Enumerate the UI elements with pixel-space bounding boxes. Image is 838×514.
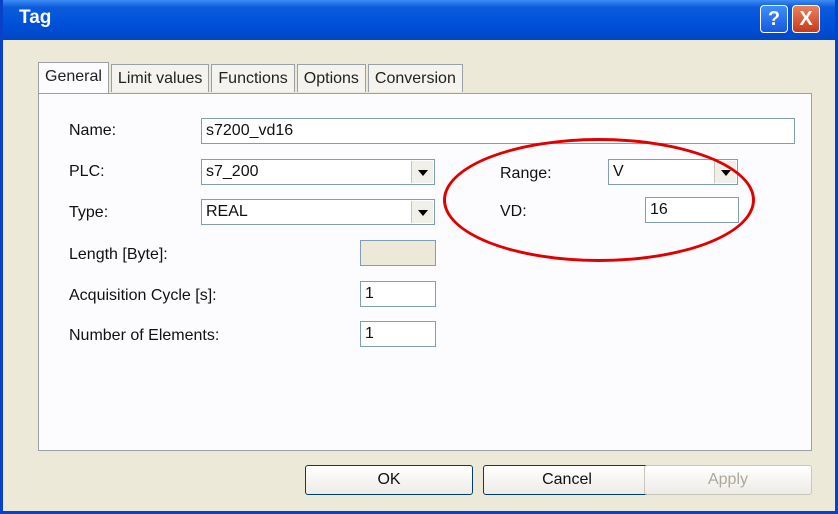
length-label: Length [Byte]: xyxy=(69,246,168,263)
type-label: Type: xyxy=(69,204,109,221)
plc-select[interactable]: s7_200 xyxy=(201,159,435,185)
name-label: Name: xyxy=(69,122,117,139)
cancel-button[interactable]: Cancel xyxy=(483,465,651,495)
number-of-elements-input[interactable]: 1 xyxy=(360,321,436,347)
tab-limit-values[interactable]: Limit values xyxy=(110,64,210,92)
plc-label: PLC: xyxy=(69,163,105,180)
tag-dialog: Tag ? X General Limit values Functions O… xyxy=(0,0,838,514)
tab-strip: General Limit values Functions Options C… xyxy=(38,62,465,94)
tab-options[interactable]: Options xyxy=(296,64,366,92)
chevron-down-icon[interactable] xyxy=(411,161,433,183)
close-button[interactable]: X xyxy=(792,5,820,33)
name-input[interactable]: s7200_vd16 xyxy=(201,118,795,144)
tab-functions[interactable]: Functions xyxy=(211,64,295,92)
help-button[interactable]: ? xyxy=(760,5,788,33)
window-title: Tag xyxy=(19,7,52,28)
acquisition-cycle-input[interactable]: 1 xyxy=(360,281,436,307)
general-tab-panel xyxy=(38,93,812,451)
title-bar[interactable]: Tag ? X xyxy=(3,0,835,40)
type-value: REAL xyxy=(206,203,248,220)
apply-button[interactable]: Apply xyxy=(644,465,812,495)
ok-button[interactable]: OK xyxy=(305,465,473,495)
tab-conversion[interactable]: Conversion xyxy=(367,64,463,92)
number-of-elements-label: Number of Elements: xyxy=(69,327,220,344)
plc-value: s7_200 xyxy=(206,163,259,180)
tab-general[interactable]: General xyxy=(38,62,109,93)
acquisition-cycle-label: Acquisition Cycle [s]: xyxy=(69,287,217,304)
type-select[interactable]: REAL xyxy=(201,199,435,225)
red-highlight-circle xyxy=(443,138,755,262)
length-input xyxy=(360,240,436,266)
chevron-down-icon[interactable] xyxy=(411,201,433,223)
